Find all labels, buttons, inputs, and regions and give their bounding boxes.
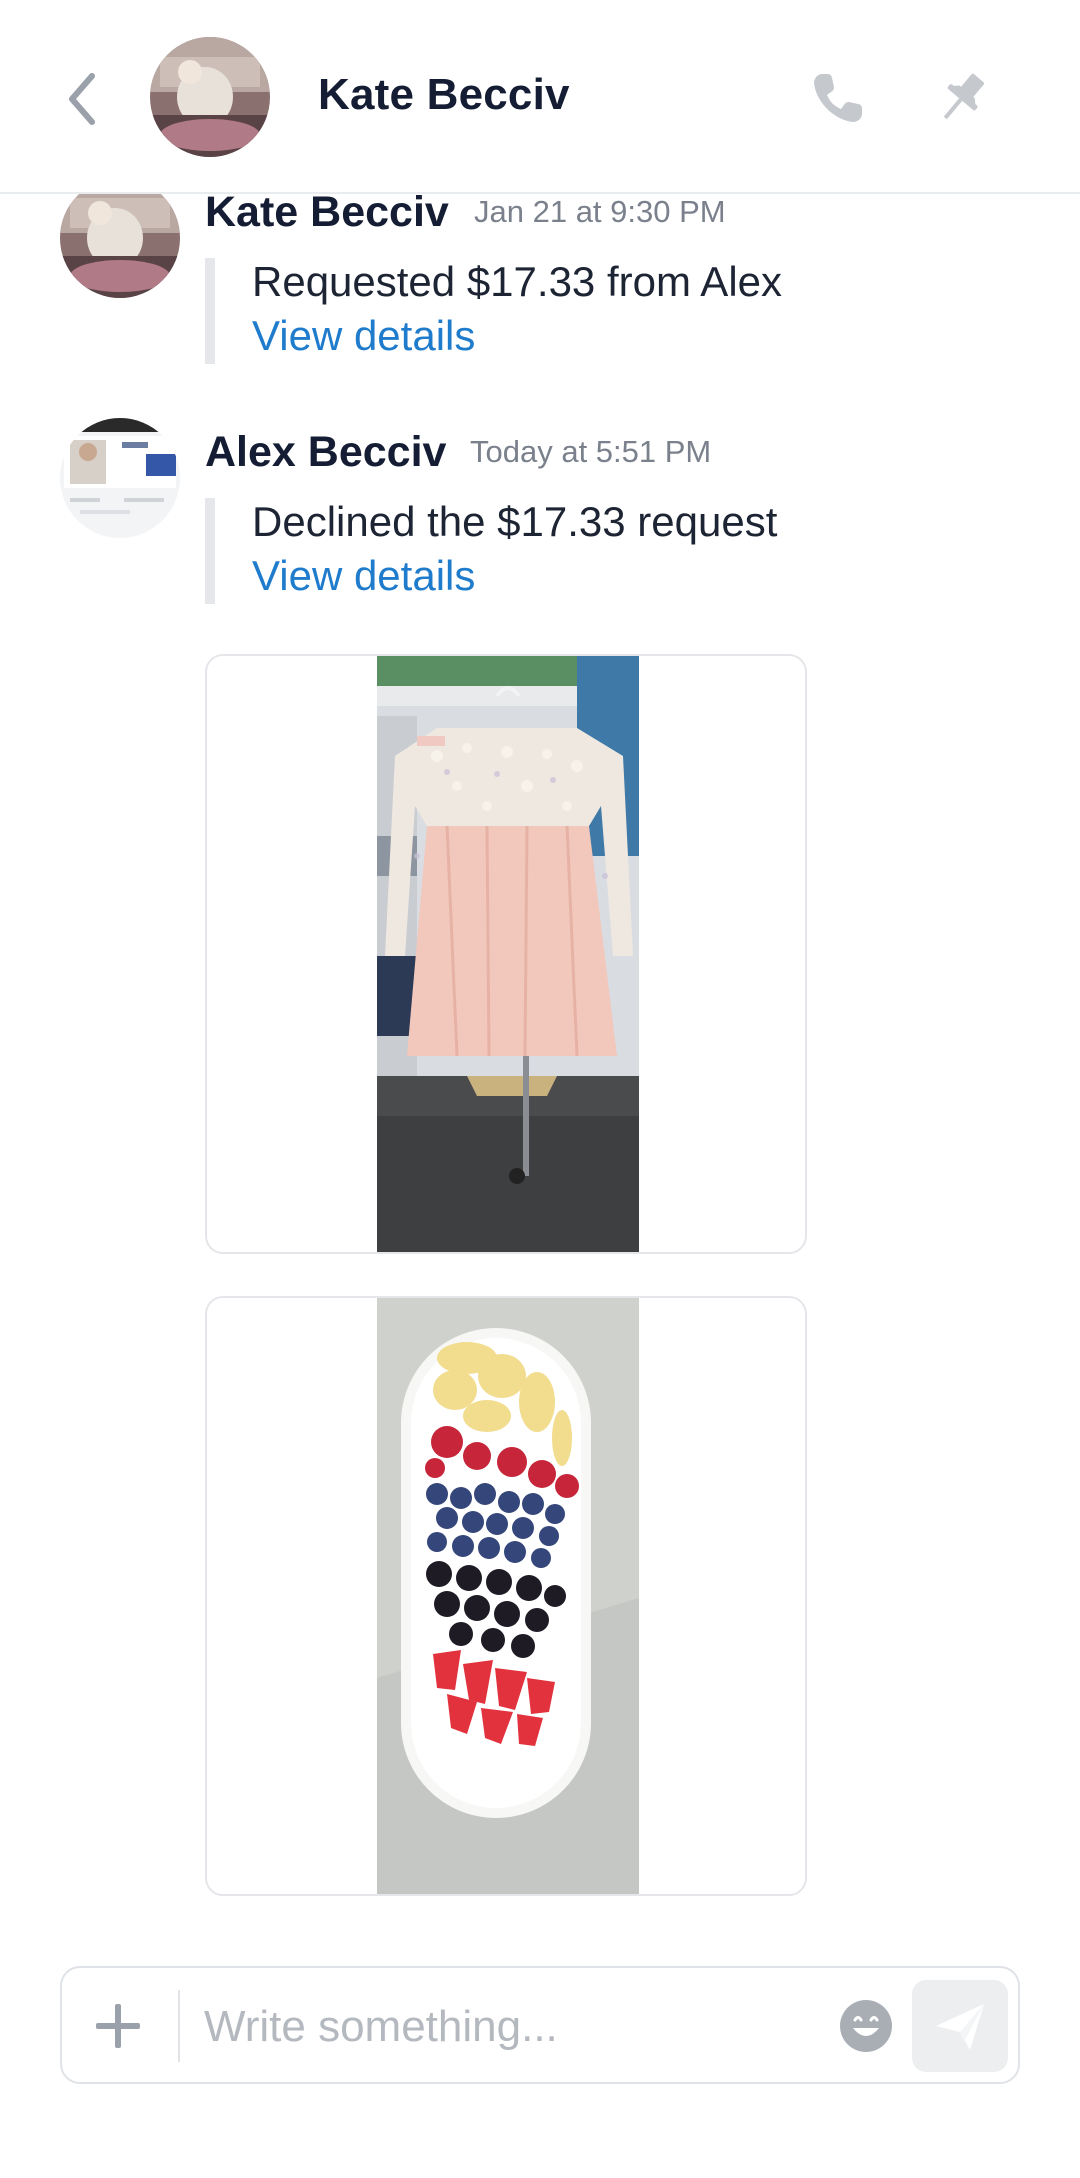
image-attachment-dress[interactable] [205, 654, 807, 1254]
fruit-platter-photo [377, 1298, 639, 1894]
quote-bar [205, 498, 215, 604]
contact-name: Kate Becciv [318, 70, 570, 119]
send-button[interactable] [912, 1980, 1008, 2072]
dress-photo [377, 656, 639, 1252]
message-timestamp: Jan 21 at 9:30 PM [474, 194, 726, 229]
chat-header: Kate Becciv [0, 0, 1080, 194]
image-attachment-fruit-platter[interactable] [205, 1296, 807, 1896]
pin-icon [943, 73, 985, 120]
payment-request-text: Requested $17.33 from Alex [252, 258, 783, 305]
message-composer [60, 1966, 1020, 2084]
message-input[interactable] [202, 1988, 766, 2066]
sender-avatar[interactable] [60, 418, 180, 538]
send-icon [936, 2004, 984, 2050]
plus-icon [96, 2004, 140, 2048]
view-details-link[interactable]: View details [252, 552, 475, 600]
emoji-button[interactable] [838, 1998, 894, 2054]
message-sender-name: Kate Becciv [205, 188, 449, 236]
contact-avatar[interactable] [150, 37, 270, 157]
message-sender-name: Alex Becciv [205, 428, 447, 476]
composer-divider [178, 1990, 180, 2062]
pin-button[interactable] [930, 66, 994, 130]
payment-declined-text: Declined the $17.33 request [252, 498, 778, 545]
phone-icon [814, 74, 862, 122]
smiley-icon [840, 2000, 892, 2052]
call-button[interactable] [808, 68, 868, 128]
add-attachment-button[interactable] [90, 1998, 146, 2054]
chevron-left-icon [69, 73, 95, 125]
back-button[interactable] [58, 64, 108, 134]
sender-avatar[interactable] [60, 178, 180, 298]
view-details-link[interactable]: View details [252, 312, 475, 360]
message-timestamp: Today at 5:51 PM [470, 434, 712, 469]
quote-bar [205, 258, 215, 364]
